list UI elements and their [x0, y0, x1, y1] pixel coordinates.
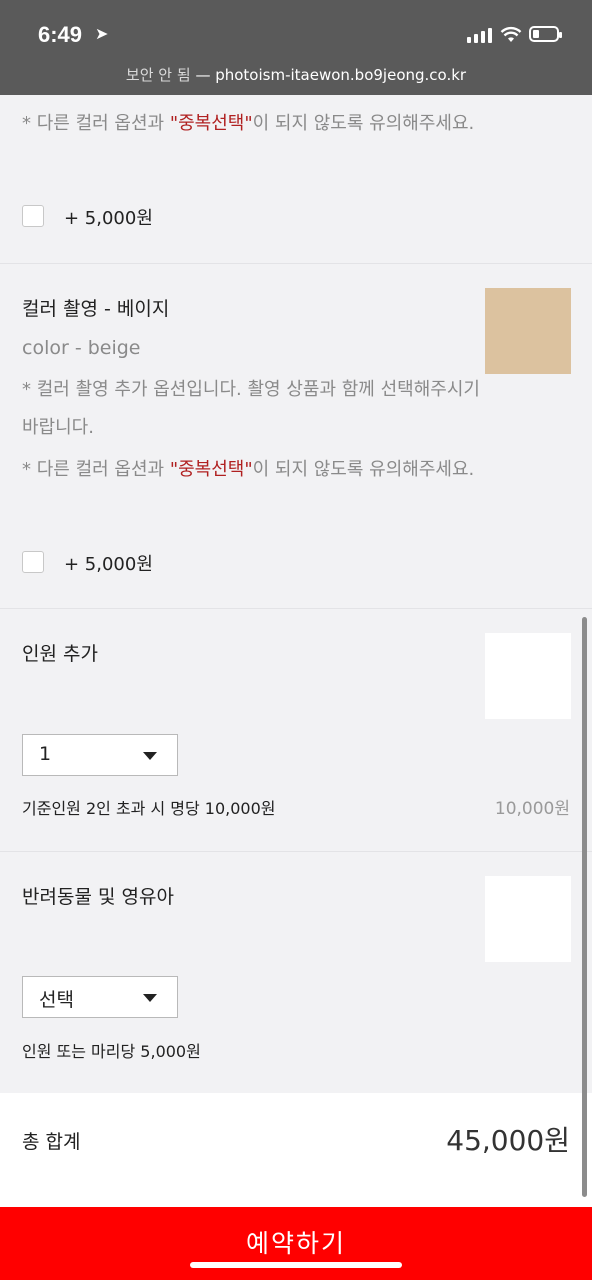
option-info: 기준인원 2인 초과 시 명당 10,000원	[22, 799, 276, 818]
option-price: + 5,000원	[64, 208, 153, 229]
browser-top-bar: 6:49 ➤ 보안 안 됨 — photoism-itaewon.bo9jeon…	[0, 0, 592, 95]
insecure-label: 보안 안 됨	[125, 66, 191, 84]
option-note: * 컬러 촬영 추가 옵션입니다. 촬영 상품과 함께 선택해주시기 바랍니다.	[22, 379, 480, 438]
url-bar[interactable]: 보안 안 됨 — photoism-itaewon.bo9jeong.co.kr	[0, 64, 592, 85]
note-suffix: 이 되지 않도록 유의해주세요.	[252, 459, 475, 480]
home-indicator[interactable]	[190, 1262, 402, 1268]
pets-select[interactable]: 선택	[22, 976, 178, 1018]
option-checkbox[interactable]	[22, 205, 44, 227]
option-section-pets: 반려동물 및 영유아 선택 인원 또는 마리당 5,000원	[0, 852, 592, 1093]
note-emphasis: "중복선택"	[169, 459, 253, 480]
option-section-people: 인원 추가 1 기준인원 2인 초과 시 명당 10,000원 10,000원	[0, 609, 592, 851]
option-section-beige: 컬러 촬영 - 베이지 color - beige * 컬러 촬영 추가 옵션입…	[0, 264, 592, 608]
option-checkbox[interactable]	[22, 551, 44, 573]
note-prefix: * 다른 컬러 옵션과	[22, 113, 170, 134]
signal-icon	[467, 28, 492, 43]
option-amount: 10,000원	[494, 799, 570, 819]
people-count-select[interactable]: 1	[22, 734, 178, 776]
total-label: 총 합계	[22, 1131, 81, 1153]
option-thumbnail	[485, 876, 571, 962]
location-arrow-icon: ➤	[95, 24, 109, 43]
note-prefix: * 다른 컬러 옵션과	[22, 459, 170, 480]
scrollbar[interactable]	[582, 617, 587, 1197]
duplicate-warning-note: * 다른 컬러 옵션과 "중복선택"이 되지 않도록 유의해주세요.	[22, 451, 482, 489]
option-title: 인원 추가	[22, 643, 98, 665]
option-info: 인원 또는 마리당 5,000원	[22, 1042, 201, 1061]
status-time: 6:49	[38, 22, 83, 47]
option-title: 반려동물 및 영유아	[22, 886, 174, 908]
option-thumbnail	[485, 633, 571, 719]
url-separator: —	[190, 66, 216, 84]
duplicate-warning-note: * 다른 컬러 옵션과 "중복선택"이 되지 않도록 유의해주세요.	[22, 105, 482, 143]
reserve-button[interactable]: 예약하기	[0, 1207, 592, 1280]
wifi-icon	[500, 26, 522, 48]
option-price: + 5,000원	[64, 554, 153, 575]
option-subtitle: color - beige	[22, 337, 141, 359]
select-value: 선택	[39, 989, 74, 1011]
url-domain: photoism-itaewon.bo9jeong.co.kr	[215, 66, 467, 84]
note-suffix: 이 되지 않도록 유의해주세요.	[252, 113, 475, 134]
caret-down-icon	[143, 752, 157, 760]
caret-down-icon	[143, 994, 157, 1002]
select-value: 1	[39, 743, 52, 765]
note-emphasis: "중복선택"	[169, 113, 253, 134]
battery-icon	[529, 26, 562, 42]
color-swatch-beige	[485, 288, 571, 374]
total-value: 45,000원	[446, 1124, 570, 1157]
total-summary: 총 합계 45,000원	[0, 1093, 592, 1207]
option-title: 컬러 촬영 - 베이지	[22, 298, 170, 320]
